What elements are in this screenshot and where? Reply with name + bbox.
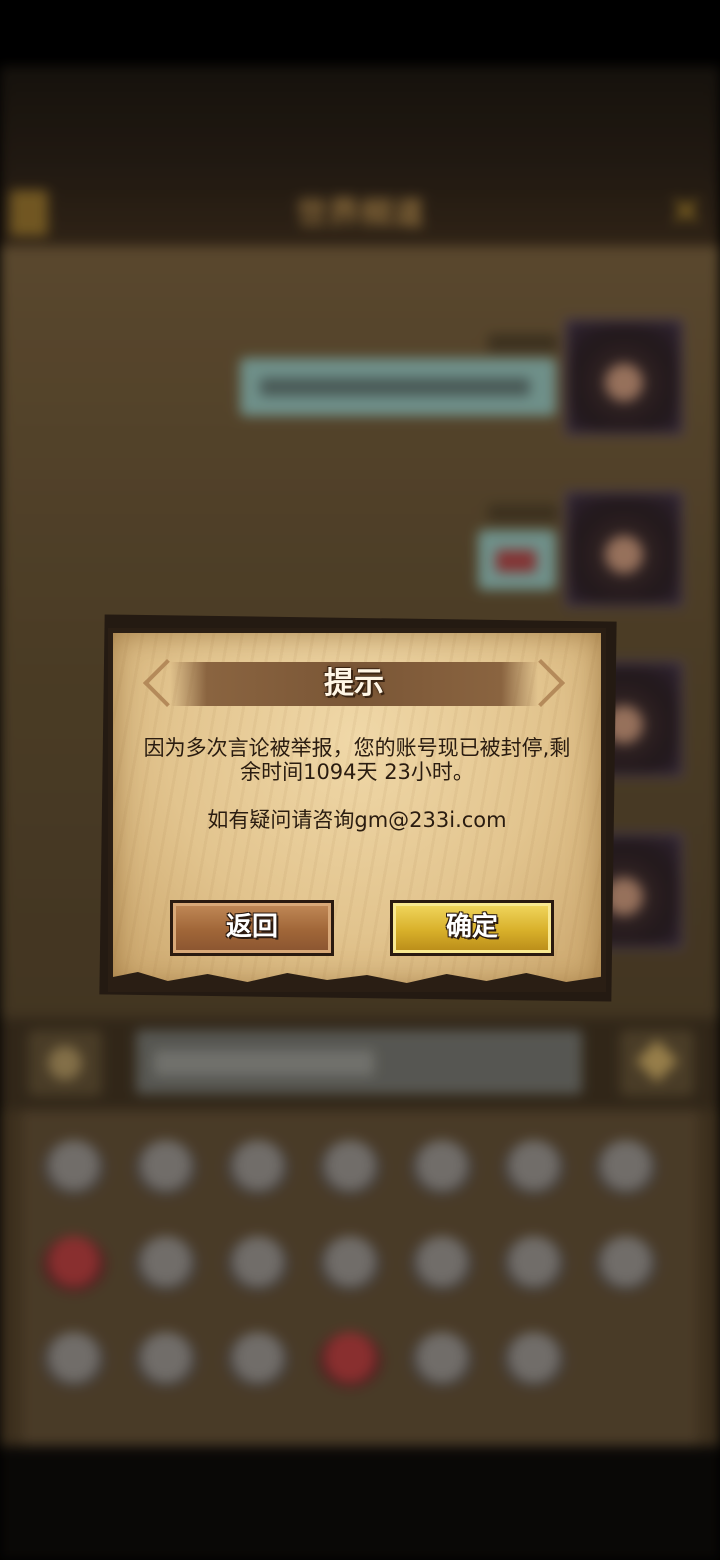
dialog-title: 提示 (324, 666, 384, 701)
dialog-message: 因为多次言论被举报，您的账号现已被封停,剩余时间1094天 23小时。 (143, 736, 571, 784)
game-screen: 世界频道 ✕ 提示 因为多次言论被举报，您的账号现已被封停,剩余时间1094天 … (0, 0, 720, 1560)
dialog-title-banner: 提示 (142, 658, 566, 708)
dialog-contact-text: 如有疑问请咨询gm@233i.com (207, 808, 507, 832)
confirm-button[interactable]: 确定 (390, 900, 554, 956)
back-button[interactable]: 返回 (170, 900, 334, 956)
ban-notice-dialog: 提示 因为多次言论被举报，您的账号现已被封停,剩余时间1094天 23小时。 如… (98, 614, 622, 1006)
